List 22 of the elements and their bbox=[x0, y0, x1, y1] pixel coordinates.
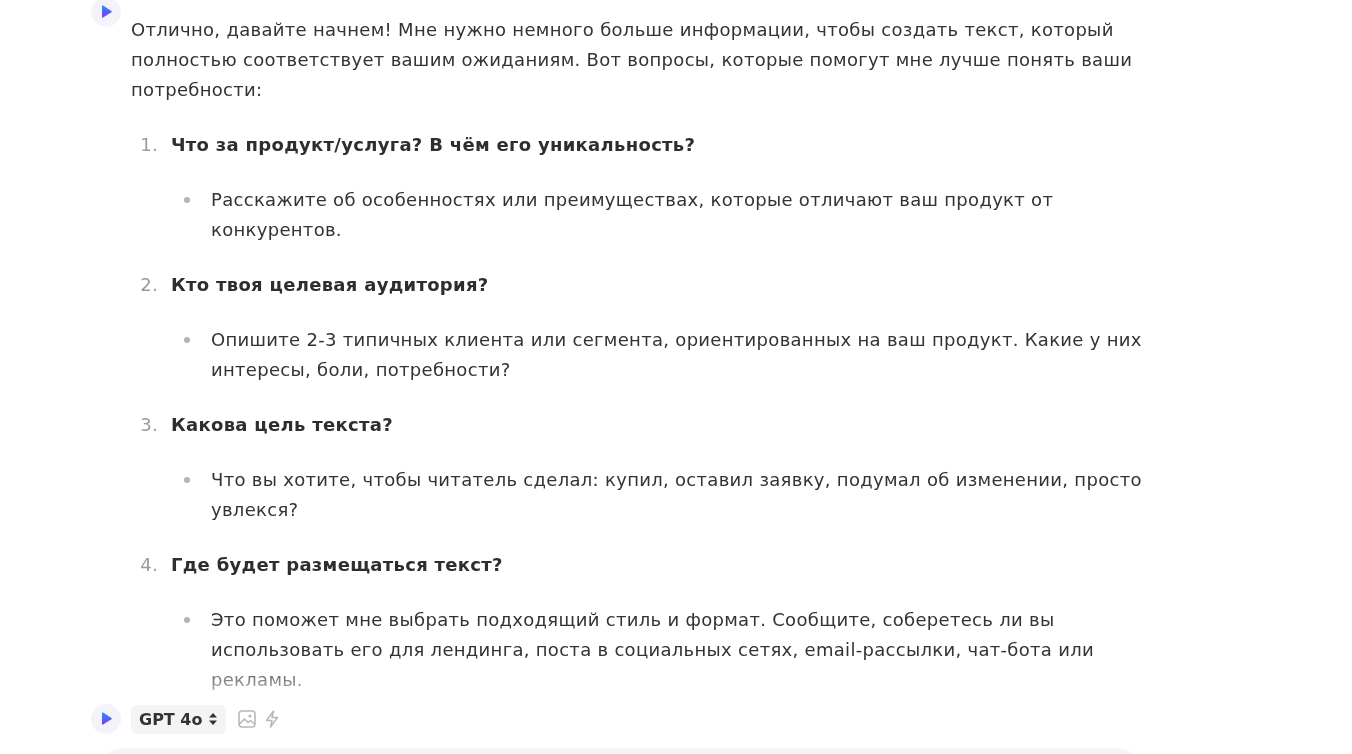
message-paragraph: Отлично, давайте начнем! Мне нужно немного больше информации, чтобы создать текст, который полностью соответствует вашим ожиданиям. Вот вопросы, которые помогут мне лучше понять ваши потребности: bbox=[131, 18, 1134, 102]
bullet-icon bbox=[184, 477, 190, 483]
detail-text: Что вы хотите, чтобы читатель сделал: купил, оставил заявку, подумал об изменении, просто увлекся? bbox=[211, 468, 1143, 522]
lightning-icon[interactable] bbox=[265, 710, 280, 728]
model-selector[interactable]: GPT 4o bbox=[131, 704, 227, 734]
list-number: 4. bbox=[139, 553, 158, 577]
play-triangle-icon bbox=[91, 0, 121, 27]
list-number: 1. bbox=[139, 133, 158, 157]
question-title: Какова цель текста? bbox=[171, 413, 393, 437]
bullet-icon bbox=[184, 337, 190, 343]
detail-text: Опишите 2-3 типичных клиента или сегмента, ориентированных на ваш продукт. Какие у них интересы, боли, потребности? bbox=[211, 328, 1143, 382]
question-title: Кто твоя целевая аудитория? bbox=[171, 273, 489, 297]
image-icon[interactable] bbox=[238, 710, 257, 728]
question-title: Где будет размещаться текст? bbox=[171, 553, 503, 577]
detail-text: Это поможет мне выбрать подходящий стиль и формат. Сообщите, соберетесь ли вы использовать его для лендинга, поста в социальных сетях, email-рассылки, чат-бота или рекламы. bbox=[211, 608, 1095, 692]
list-number: 2. bbox=[139, 273, 158, 297]
bullet-icon bbox=[184, 617, 190, 623]
question-title: Что за продукт/услуга? В чём его уникальность? bbox=[171, 133, 696, 157]
bullet-icon bbox=[184, 197, 190, 203]
list-number: 3. bbox=[139, 413, 158, 437]
detail-text: Расскажите об особенностях или преимуществах, которые отличают ваш продукт от конкурентов. bbox=[211, 188, 1055, 242]
up-down-caret-icon bbox=[209, 713, 218, 725]
